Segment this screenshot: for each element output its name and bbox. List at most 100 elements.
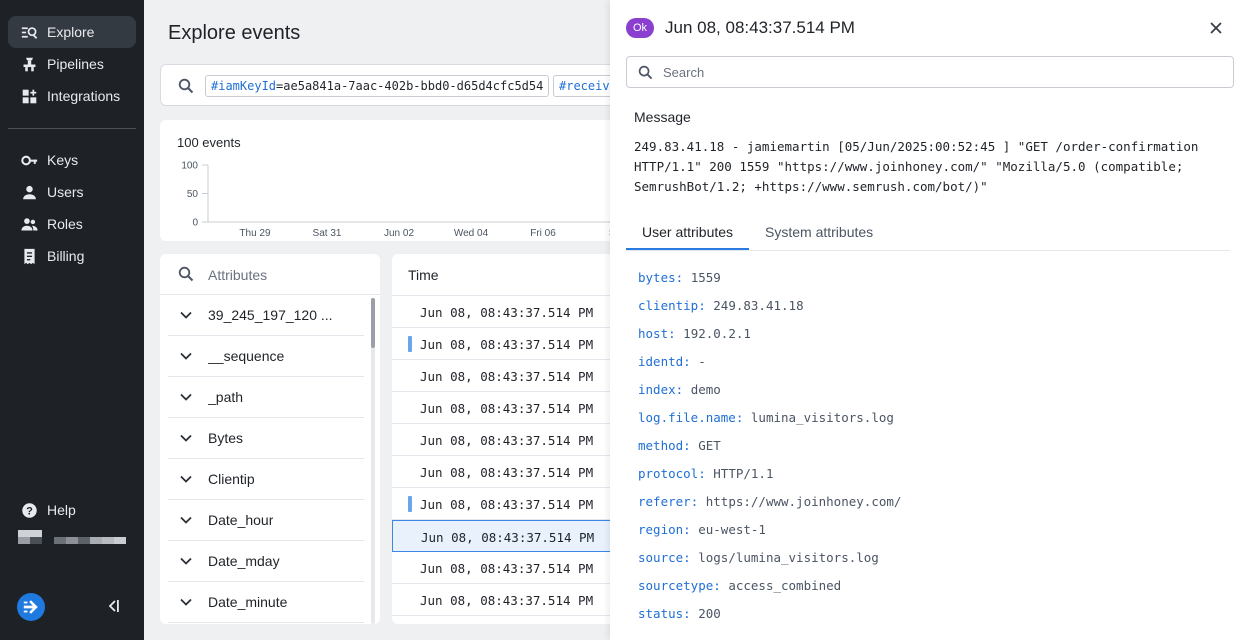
sidebar-item-roles[interactable]: Roles: [8, 208, 136, 240]
attribute-entry[interactable]: log.file.name: lumina_visitors.log: [638, 410, 894, 425]
tab-divider: [626, 250, 1230, 251]
attribute-entry[interactable]: clientip: 249.83.41.18: [638, 298, 804, 313]
row-time: Jun 08, 08:43:37.514 PM: [420, 401, 594, 416]
sidebar-item-keys[interactable]: Keys: [8, 144, 136, 176]
table-row[interactable]: Jun 08, 08:43:37.514 PM: [392, 328, 632, 360]
attributes-search[interactable]: Attributes: [160, 254, 380, 295]
row-time: Jun 08, 08:43:37.514 PM: [420, 337, 594, 352]
user-icon: [20, 183, 38, 201]
explore-icon: [20, 23, 38, 41]
attribute-entry[interactable]: protocol: HTTP/1.1: [638, 466, 774, 481]
main-content: Explore events #iamKeyId=ae5a841a-7aac-4…: [144, 0, 640, 640]
table-row[interactable]: Jun 08, 08:43:37.514 PM: [392, 584, 632, 616]
table-row[interactable]: Jun 08, 08:43:37.514 PM: [392, 456, 632, 488]
attribute-entry[interactable]: identd: -: [638, 354, 706, 369]
attribute-row[interactable]: Date_mday: [168, 541, 364, 582]
table-row[interactable]: Jun 08, 08:43:37.514 PM: [392, 488, 632, 520]
sidebar-item-label: Integrations: [47, 88, 121, 104]
query-chip-received[interactable]: #receiv: [553, 75, 616, 97]
message-body: 249.83.41.18 - jamiemartin [05/Jun/2025:…: [634, 139, 1199, 194]
chevron-down-icon: [180, 475, 192, 483]
attribute-key: index: [638, 382, 676, 397]
attribute-key: clientip: [638, 298, 699, 313]
attribute-entry[interactable]: region: eu-west-1: [638, 522, 766, 537]
attribute-row[interactable]: _path: [168, 377, 364, 418]
attribute-entry[interactable]: source: logs/lumina_visitors.log: [638, 550, 879, 565]
attribute-key: protocol: [638, 466, 699, 481]
attribute-row[interactable]: Date_hour: [168, 500, 364, 541]
collapse-sidebar-icon[interactable]: [106, 598, 120, 614]
chevron-down-icon: [180, 352, 192, 360]
attribute-label: _path: [208, 389, 244, 405]
sidebar-item-label: Keys: [47, 152, 79, 168]
attribute-value: HTTP/1.1: [713, 466, 774, 481]
query-chip-iamkeyid[interactable]: #iamKeyId=ae5a841a-7aac-402b-bbd0-d65d4c…: [205, 75, 550, 97]
row-time: Jun 08, 08:43:37.514 PM: [420, 465, 594, 480]
attribute-value: https://www.joinhoney.com/: [705, 494, 902, 509]
brand-logo-button[interactable]: [17, 593, 45, 621]
attribute-entry[interactable]: referer: https://www.joinhoney.com/: [638, 494, 901, 509]
attribute-entry[interactable]: bytes: 1559: [638, 270, 721, 285]
x-tick-label: Thu 29: [239, 228, 271, 239]
attribute-label: Date_hour: [208, 512, 274, 528]
attribute-row[interactable]: Clientip: [168, 459, 364, 500]
row-time: Jun 08, 08:43:37.514 PM: [420, 497, 594, 512]
attribute-separator: :: [698, 466, 714, 481]
sidebar-item-explore[interactable]: Explore: [8, 16, 136, 48]
sidebar-item-integrations[interactable]: Integrations: [8, 80, 136, 112]
sidebar-item-label: Roles: [47, 216, 83, 232]
attribute-row[interactable]: Bytes: [168, 418, 364, 459]
attribute-label: Date_minute: [208, 594, 288, 610]
attribute-separator: :: [668, 326, 684, 341]
attribute-entry[interactable]: status: 200: [638, 606, 721, 621]
table-row-selected[interactable]: Jun 08, 08:43:37.514 PM: [392, 520, 632, 552]
attribute-value: 1559: [690, 270, 721, 285]
attribute-key: referer: [638, 494, 691, 509]
table-row[interactable]: Jun 08, 08:43:37.514 PM: [392, 296, 632, 328]
attribute-separator: :: [698, 298, 714, 313]
close-icon[interactable]: [1209, 21, 1223, 35]
sidebar-item-billing[interactable]: Billing: [8, 240, 136, 272]
sidebar-item-label: Explore: [47, 24, 95, 40]
tab-user-attributes[interactable]: User attributes: [642, 224, 733, 240]
billing-icon: [20, 247, 38, 265]
attribute-row[interactable]: __sequence: [168, 336, 364, 377]
attributes-scrollbar-thumb[interactable]: [371, 298, 375, 348]
table-row[interactable]: Jun 08, 08:43:37.514 PM: [392, 424, 632, 456]
chevron-down-icon: [180, 434, 192, 442]
sidebar: Explore Pipelines Integrations Keys User…: [0, 0, 144, 640]
detail-search-input[interactable]: Search: [626, 56, 1234, 88]
chevron-down-icon: [180, 393, 192, 401]
events-histogram: 100 events 100 50 0 Thu 29 Sat 31 Jun 02 Wed 0…: [160, 120, 640, 241]
attribute-row[interactable]: Date_minute: [168, 582, 364, 623]
attributes-placeholder: Attributes: [208, 267, 268, 283]
x-tick-label: Jun 02: [384, 228, 414, 239]
search-icon: [178, 266, 194, 282]
attribute-entry[interactable]: index: demo: [638, 382, 721, 397]
query-bar[interactable]: #iamKeyId=ae5a841a-7aac-402b-bbd0-d65d4c…: [160, 64, 640, 106]
sidebar-item-help[interactable]: ? Help: [8, 494, 136, 526]
attribute-value: GET: [698, 438, 721, 453]
sidebar-item-label: Billing: [47, 248, 85, 264]
sidebar-item-pipelines[interactable]: Pipelines: [8, 48, 136, 80]
y-tick-label: 50: [187, 189, 199, 200]
attribute-entry[interactable]: host: 192.0.2.1: [638, 326, 751, 341]
table-row[interactable]: Jun 08, 08:43:37.514 PM: [392, 552, 632, 584]
table-row[interactable]: Jun 08, 08:43:37.514 PM: [392, 392, 632, 424]
attribute-label: Bytes: [208, 430, 244, 446]
attribute-entry[interactable]: method: GET: [638, 438, 721, 453]
y-tick-label: 100: [181, 161, 198, 172]
table-row[interactable]: Jun 08, 08:43:37.514 PM: [392, 360, 632, 392]
sidebar-item-users[interactable]: Users: [8, 176, 136, 208]
attribute-separator: :: [683, 606, 699, 621]
column-header-time[interactable]: Time: [408, 267, 439, 283]
attribute-label: __sequence: [208, 348, 285, 364]
attribute-row[interactable]: 39_245_197_120 ...: [168, 295, 364, 336]
status-badge: Ok: [626, 18, 654, 38]
attribute-key: method: [638, 438, 684, 453]
search-placeholder: Search: [663, 65, 705, 80]
attribute-entry[interactable]: sourcetype: access_combined: [638, 578, 841, 593]
tab-system-attributes[interactable]: System attributes: [765, 224, 873, 240]
row-marker: [408, 336, 412, 352]
attribute-separator: :: [683, 354, 699, 369]
